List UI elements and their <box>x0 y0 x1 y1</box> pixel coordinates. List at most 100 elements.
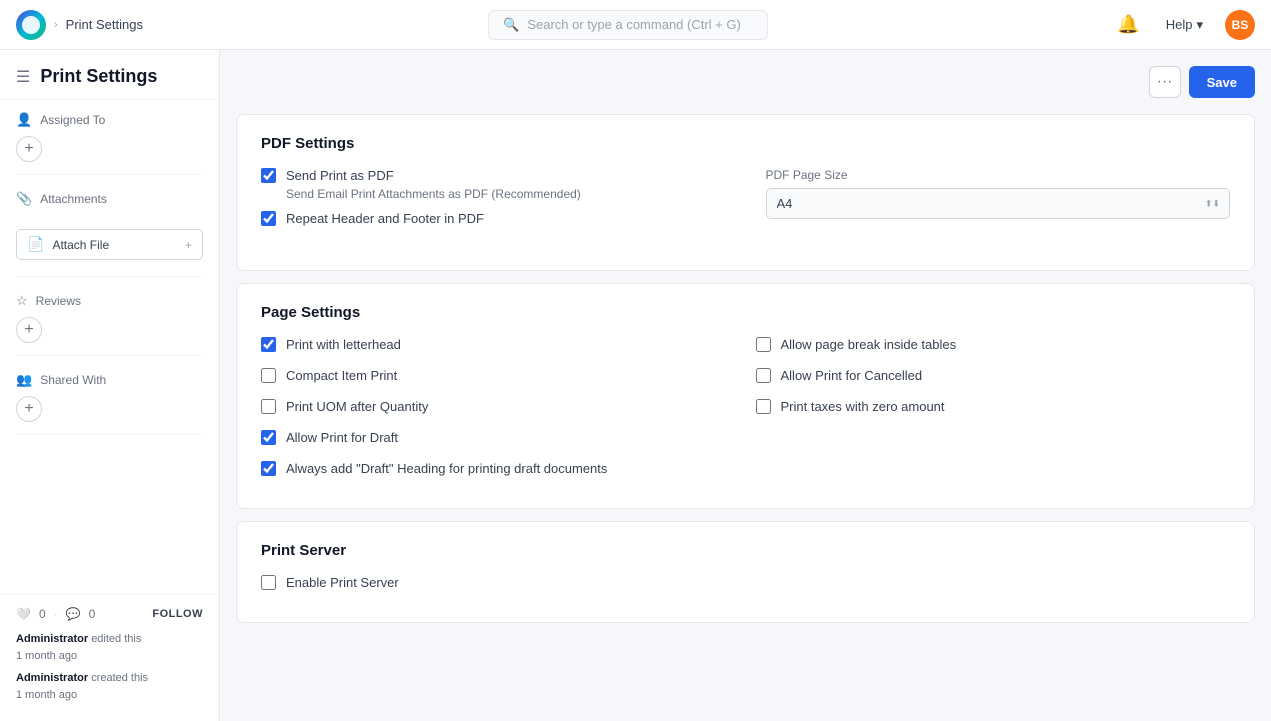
like-icon[interactable]: 🤍 <box>16 607 31 621</box>
print-zero-tax-checkbox[interactable] <box>756 399 771 414</box>
paperclip-icon: 📎 <box>16 191 32 207</box>
notification-button[interactable]: 🔔 <box>1113 10 1143 39</box>
comment-icon[interactable]: 💬 <box>66 607 81 621</box>
draft-heading-checkbox[interactable] <box>261 461 276 476</box>
pdf-settings-card: PDF Settings Send Print as PDF Send Emai… <box>236 114 1255 271</box>
page-size-label: PDF Page Size <box>766 168 1231 182</box>
send-as-pdf-row: Send Print as PDF <box>261 168 726 183</box>
search-icon: 🔍 <box>503 17 519 33</box>
pdf-left-col: Send Print as PDF Send Email Print Attac… <box>261 168 726 238</box>
page-settings-grid: Print with letterhead Allow page break i… <box>261 337 1230 488</box>
activity-time-2: 1 month ago <box>16 689 77 701</box>
send-as-pdf-label: Send Print as PDF <box>286 168 394 183</box>
add-shared-button[interactable]: + <box>16 396 42 422</box>
print-letterhead-checkbox[interactable] <box>261 337 276 352</box>
app-logo[interactable] <box>16 10 46 40</box>
attach-icon: 📄 <box>27 236 44 253</box>
activity-user-2: Administrator <box>16 672 88 684</box>
compact-print-label: Compact Item Print <box>286 368 397 383</box>
enable-print-server-row: Enable Print Server <box>261 575 1230 590</box>
print-cancelled-checkbox[interactable] <box>756 368 771 383</box>
sidebar-footer: 🤍 0 · 💬 0 FOLLOW Administrator edited th… <box>0 594 219 721</box>
add-review-button[interactable]: + <box>16 317 42 343</box>
draft-heading-label: Always add "Draft" Heading for printing … <box>286 461 607 476</box>
attach-file-button[interactable]: 📄 Attach File + <box>16 229 203 260</box>
repeat-header-label: Repeat Header and Footer in PDF <box>286 211 484 226</box>
compact-print-row: Compact Item Print <box>261 368 736 383</box>
search-placeholder: Search or type a command (Ctrl + G) <box>527 17 741 32</box>
enable-print-server-checkbox[interactable] <box>261 575 276 590</box>
assigned-to-label: 👤 Assigned To <box>16 112 203 128</box>
star-icon: ☆ <box>16 293 28 309</box>
page-title: Print Settings <box>40 66 157 87</box>
activity-user-1: Administrator <box>16 633 88 645</box>
shared-with-section: 👥 Shared With + <box>0 360 219 430</box>
repeat-header-checkbox[interactable] <box>261 211 276 226</box>
compact-print-checkbox[interactable] <box>261 368 276 383</box>
print-letterhead-label: Print with letterhead <box>286 337 401 352</box>
page-header: ☰ Print Settings <box>0 50 219 100</box>
search-bar[interactable]: 🔍 Search or type a command (Ctrl + G) <box>488 10 768 40</box>
draft-heading-row: Always add "Draft" Heading for printing … <box>261 461 1230 476</box>
chevron-down-icon: ▾ <box>1196 17 1203 33</box>
pdf-settings-title: PDF Settings <box>261 135 1230 152</box>
attach-plus-icon: + <box>185 238 192 252</box>
print-server-card: Print Server Enable Print Server <box>236 521 1255 623</box>
content-area: ··· Save PDF Settings Send Print as PDF … <box>220 50 1271 721</box>
breadcrumb-chevron: › <box>54 19 58 31</box>
print-uom-row: Print UOM after Quantity <box>261 399 736 414</box>
avatar[interactable]: BS <box>1225 10 1255 40</box>
print-letterhead-row: Print with letterhead <box>261 337 736 352</box>
reviews-label: ☆ Reviews <box>16 293 203 309</box>
activity-action-2: created this <box>91 672 148 684</box>
topbar-right: 🔔 Help ▾ BS <box>1113 10 1255 40</box>
print-zero-tax-label: Print taxes with zero amount <box>781 399 945 414</box>
allow-draft-row: Allow Print for Draft <box>261 430 736 445</box>
print-server-title: Print Server <box>261 542 1230 559</box>
topbar-left: › Print Settings <box>16 10 143 40</box>
separator: · <box>54 607 58 621</box>
sidebar: ☰ Print Settings 👤 Assigned To + 📎 Attac… <box>0 50 220 721</box>
footer-actions: 🤍 0 · 💬 0 FOLLOW <box>16 607 203 621</box>
search-area: 🔍 Search or type a command (Ctrl + G) <box>488 10 768 40</box>
person-icon: 👤 <box>16 112 32 128</box>
print-zero-tax-row: Print taxes with zero amount <box>756 399 1231 414</box>
pdf-right-col: PDF Page Size A4 A3 Letter Legal <box>766 168 1231 219</box>
attach-file-section: 📄 Attach File + <box>0 223 219 272</box>
activity-action-1: edited this <box>91 633 141 645</box>
attachments-label: 📎 Attachments <box>16 191 203 207</box>
menu-icon[interactable]: ☰ <box>16 67 30 87</box>
send-as-pdf-checkbox[interactable] <box>261 168 276 183</box>
page-break-checkbox[interactable] <box>756 337 771 352</box>
divider-4 <box>16 434 203 435</box>
allow-draft-label: Allow Print for Draft <box>286 430 398 445</box>
repeat-header-row: Repeat Header and Footer in PDF <box>261 211 726 226</box>
add-assignee-button[interactable]: + <box>16 136 42 162</box>
page-settings-card: Page Settings Print with letterhead Allo… <box>236 283 1255 509</box>
more-options-button[interactable]: ··· <box>1149 66 1181 98</box>
main-layout: ☰ Print Settings 👤 Assigned To + 📎 Attac… <box>0 50 1271 721</box>
divider-2 <box>16 276 203 277</box>
page-size-select[interactable]: A4 A3 Letter Legal <box>766 188 1231 219</box>
enable-print-server-label: Enable Print Server <box>286 575 399 590</box>
save-button[interactable]: Save <box>1189 66 1255 98</box>
help-button[interactable]: Help ▾ <box>1156 11 1213 39</box>
pdf-settings-row: Send Print as PDF Send Email Print Attac… <box>261 168 1230 238</box>
content-actions: ··· Save <box>1149 66 1255 98</box>
print-cancelled-label: Allow Print for Cancelled <box>781 368 923 383</box>
divider-3 <box>16 355 203 356</box>
comments-count: 0 <box>89 607 96 621</box>
allow-draft-checkbox[interactable] <box>261 430 276 445</box>
topbar: › Print Settings 🔍 Search or type a comm… <box>0 0 1271 50</box>
activity-item-2: Administrator created this 1 month ago <box>16 670 203 703</box>
print-uom-checkbox[interactable] <box>261 399 276 414</box>
activity-time-1: 1 month ago <box>16 650 77 662</box>
follow-button[interactable]: FOLLOW <box>152 608 203 620</box>
print-uom-label: Print UOM after Quantity <box>286 399 428 414</box>
reviews-section: ☆ Reviews + <box>0 281 219 351</box>
likes-count: 0 <box>39 607 46 621</box>
shared-with-label: 👥 Shared With <box>16 372 203 388</box>
activity-item-1: Administrator edited this 1 month ago <box>16 631 203 664</box>
page-size-wrapper: A4 A3 Letter Legal <box>766 188 1231 219</box>
divider-1 <box>16 174 203 175</box>
